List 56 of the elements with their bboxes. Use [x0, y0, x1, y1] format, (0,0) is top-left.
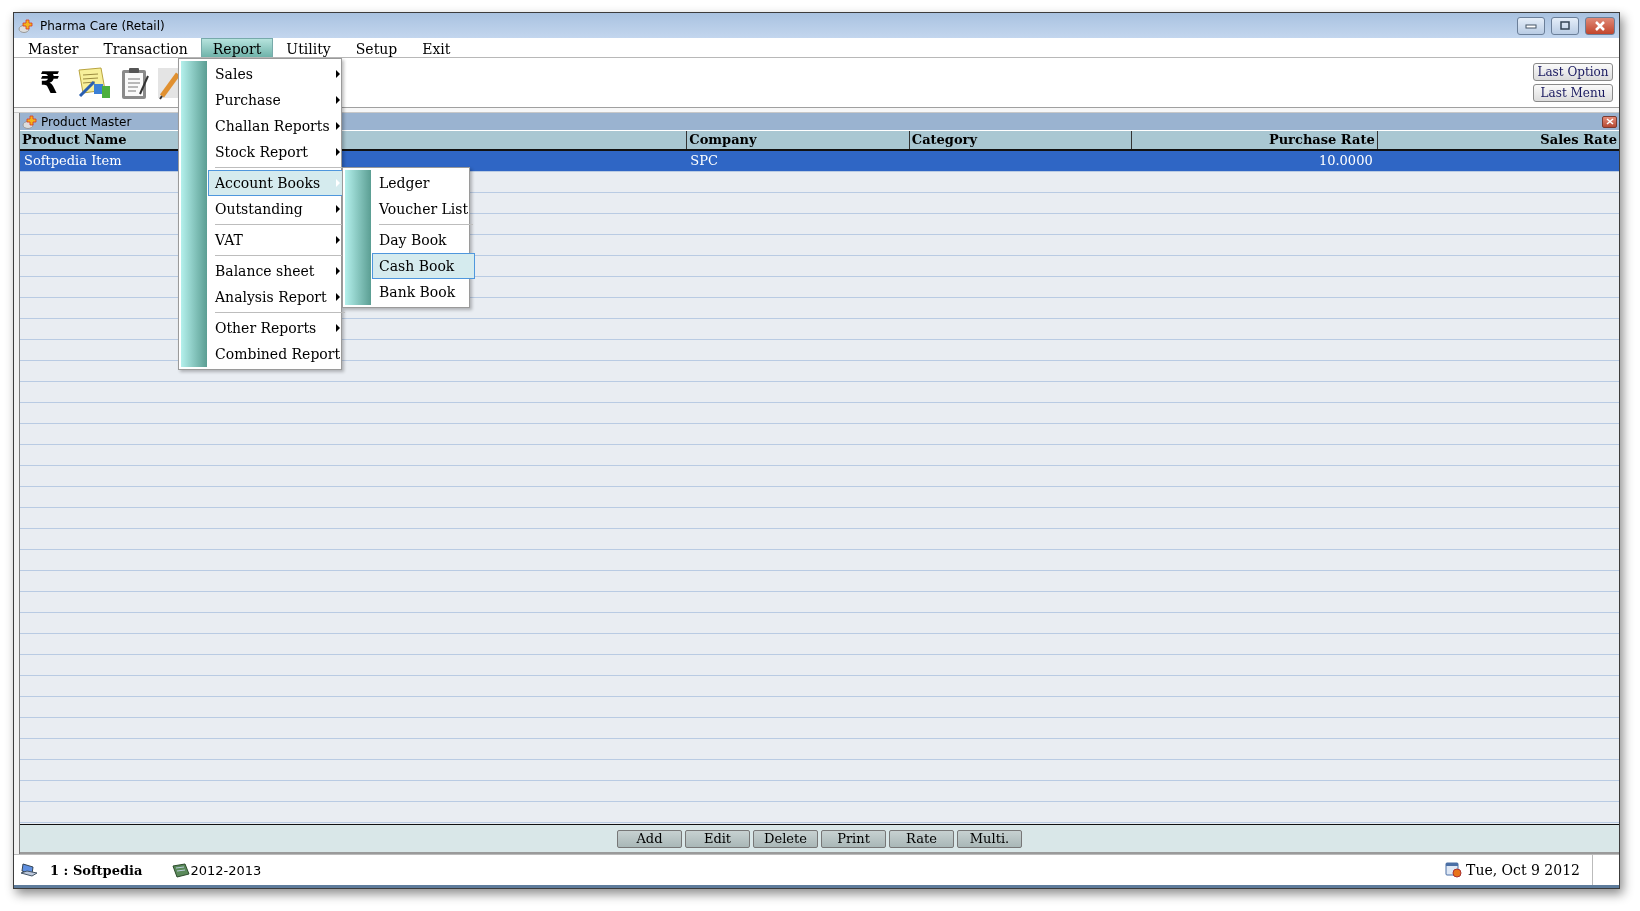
submenu-arrow-icon [336, 324, 341, 332]
column-header[interactable]: Category [908, 131, 1132, 149]
close-icon [1594, 20, 1606, 31]
menu-bar-item[interactable]: Report [200, 38, 274, 57]
menu-item[interactable]: Combined Report [208, 341, 348, 367]
calendar-clock-icon [1445, 862, 1463, 878]
submenu-arrow-icon [336, 148, 341, 156]
maximize-icon [1560, 21, 1570, 30]
side-button[interactable]: Last Option [1533, 63, 1613, 81]
menu-bar-item[interactable]: Master [16, 38, 91, 57]
close-button[interactable] [1602, 115, 1617, 128]
minimize-icon [1525, 22, 1537, 29]
close-button[interactable] [1585, 16, 1615, 35]
rupee-tool[interactable]: ₹ [30, 65, 70, 100]
menu-item[interactable]: Bank Book [372, 279, 476, 305]
app-icon [22, 113, 38, 130]
submenu-arrow-icon [336, 70, 341, 78]
close-icon [1605, 118, 1614, 125]
window-title: Pharma Care (Retail) [40, 18, 166, 33]
menu-item[interactable]: Cash Book [372, 253, 476, 279]
menu-bar-item[interactable]: Exit [410, 38, 463, 57]
ledger-book-icon [172, 862, 191, 878]
submenu-arrow-icon [336, 96, 341, 104]
action-button[interactable]: Edit [685, 829, 750, 848]
app-icon [18, 17, 34, 34]
menu-bar-item[interactable]: Setup [343, 38, 410, 57]
menu-item[interactable]: Purchase [208, 87, 348, 113]
menu-item[interactable]: Other Reports [208, 315, 348, 341]
table-cell: Softpedia Item [24, 153, 122, 168]
table-cell: 10.0000 [1318, 153, 1373, 168]
submenu-arrow-icon [336, 122, 341, 130]
menu-item[interactable]: Voucher List [372, 196, 476, 222]
column-header[interactable]: Company [686, 131, 909, 149]
table-cell: SPC [690, 153, 718, 168]
column-header[interactable]: Purchase Rate [1131, 131, 1377, 149]
company-status: 1 : Softpedia [50, 862, 143, 878]
action-button[interactable]: Delete [753, 829, 818, 848]
menu-item[interactable]: Challan Reports [208, 113, 348, 139]
action-button[interactable]: Multi. [957, 829, 1022, 848]
action-button[interactable]: Rate [889, 829, 954, 848]
minimize-button[interactable] [1517, 16, 1545, 35]
financial-year: 2012-2013 [190, 862, 262, 878]
action-button[interactable]: Print [821, 829, 886, 848]
menu-item[interactable]: Day Book [372, 227, 476, 253]
child-window-title: Product Master [41, 114, 132, 129]
menu-item[interactable]: Sales [208, 61, 348, 87]
maximize-button[interactable] [1551, 16, 1579, 35]
notepad-chart-icon[interactable] [76, 65, 112, 100]
column-header[interactable]: Sales Rate [1376, 131, 1619, 149]
menu-bar-item[interactable]: Transaction [91, 38, 200, 57]
laptop-icon [20, 862, 38, 878]
side-button[interactable]: Last Menu [1533, 84, 1613, 102]
status-date: Tue, Oct 9 2012 [1466, 862, 1580, 878]
menu-item[interactable]: Ledger [372, 170, 476, 196]
action-button[interactable]: Add [617, 829, 682, 848]
menu-bar-item[interactable]: Utility [274, 38, 343, 57]
